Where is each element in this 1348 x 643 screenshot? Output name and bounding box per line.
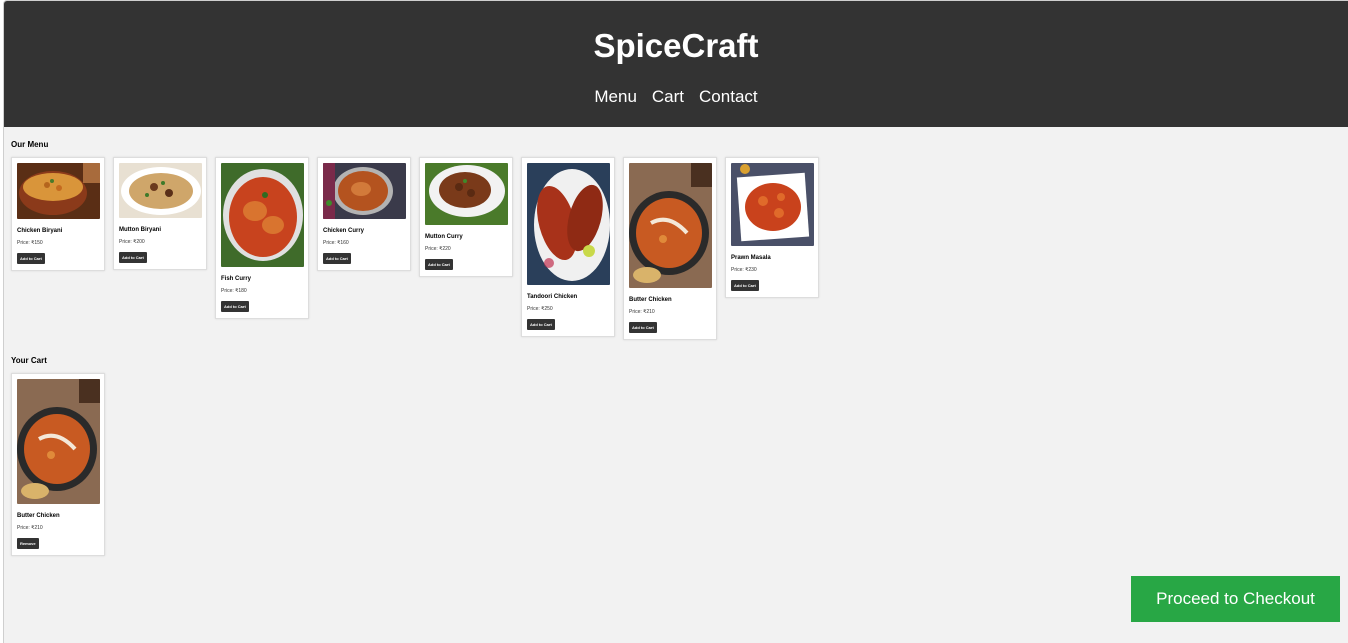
add-to-cart-button[interactable]: Add to Cart — [731, 280, 759, 291]
item-price: Price: ₹160 — [323, 240, 349, 246]
menu-item-card: Fish Curry Price: ₹180 Add to Cart — [215, 157, 309, 319]
menu-item-card: Mutton Biryani Price: ₹200 Add to Cart — [113, 157, 207, 270]
add-to-cart-button[interactable]: Add to Cart — [119, 252, 147, 263]
menu-list: Chicken Biryani Price: ₹150 Add to Cart … — [11, 157, 819, 340]
item-name: Butter Chicken — [629, 297, 672, 303]
item-price: Price: ₹180 — [221, 288, 247, 294]
menu-item-card: Mutton Curry Price: ₹220 Add to Cart — [419, 157, 513, 277]
item-price: Price: ₹220 — [425, 246, 451, 252]
mutton-biryani-image — [119, 163, 202, 218]
menu-item-card: Chicken Curry Price: ₹160 Add to Cart — [317, 157, 411, 271]
page: SpiceCraft Menu Cart Contact Our Menu Ch… — [3, 0, 1348, 643]
item-name: Butter Chicken — [17, 513, 60, 519]
remove-button[interactable]: Remove — [17, 538, 39, 549]
main-nav: Menu Cart Contact — [4, 87, 1348, 107]
butter-chicken-image — [17, 379, 100, 504]
item-price: Price: ₹210 — [629, 309, 655, 315]
item-price: Price: ₹230 — [731, 267, 757, 273]
fish-curry-image — [221, 163, 304, 267]
item-name: Chicken Curry — [323, 228, 365, 234]
butter-chicken-image — [629, 163, 712, 288]
menu-section-title: Our Menu — [11, 140, 49, 149]
site-title: SpiceCraft — [593, 27, 759, 64]
nav-cart-link[interactable]: Cart — [652, 87, 684, 107]
add-to-cart-button[interactable]: Add to Cart — [629, 322, 657, 333]
item-name: Chicken Biryani — [17, 228, 63, 234]
nav-menu-link[interactable]: Menu — [594, 87, 637, 107]
item-name: Mutton Biryani — [119, 227, 161, 233]
item-name: Tandoori Chicken — [527, 294, 578, 300]
item-name: Prawn Masala — [731, 255, 771, 261]
item-price: Price: ₹210 — [17, 525, 43, 531]
tandoori-chicken-image — [527, 163, 610, 285]
add-to-cart-button[interactable]: Add to Cart — [527, 319, 555, 330]
item-name: Mutton Curry — [425, 234, 463, 240]
proceed-to-checkout-button[interactable]: Proceed to Checkout — [1131, 576, 1340, 622]
nav-contact-link[interactable]: Contact — [699, 87, 758, 107]
add-to-cart-button[interactable]: Add to Cart — [323, 253, 351, 264]
mutton-curry-image — [425, 163, 508, 225]
chicken-curry-image — [323, 163, 406, 219]
add-to-cart-button[interactable]: Add to Cart — [425, 259, 453, 270]
add-to-cart-button[interactable]: Add to Cart — [17, 253, 45, 264]
menu-item-card: Tandoori Chicken Price: ₹250 Add to Cart — [521, 157, 615, 337]
item-price: Price: ₹150 — [17, 240, 43, 246]
item-price: Price: ₹200 — [119, 239, 145, 245]
item-name: Fish Curry — [221, 276, 252, 282]
menu-item-card: Butter Chicken Price: ₹210 Add to Cart — [623, 157, 717, 340]
add-to-cart-button[interactable]: Add to Cart — [221, 301, 249, 312]
prawn-masala-image — [731, 163, 814, 246]
menu-item-card: Chicken Biryani Price: ₹150 Add to Cart — [11, 157, 105, 271]
site-header: SpiceCraft Menu Cart Contact — [4, 1, 1348, 127]
menu-item-card: Prawn Masala Price: ₹230 Add to Cart — [725, 157, 819, 298]
cart-item-card: Butter Chicken Price: ₹210 Remove — [11, 373, 105, 556]
chicken-biryani-image — [17, 163, 100, 219]
cart-section-title: Your Cart — [11, 356, 47, 365]
item-price: Price: ₹250 — [527, 306, 553, 312]
cart-list: Butter Chicken Price: ₹210 Remove — [11, 373, 105, 556]
